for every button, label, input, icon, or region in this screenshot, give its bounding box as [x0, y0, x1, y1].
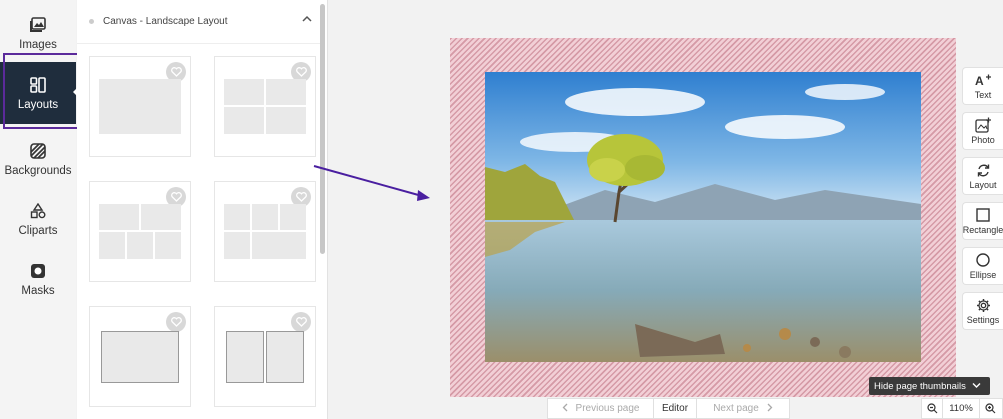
chevron-down-icon	[972, 381, 981, 391]
layout-refresh-icon	[976, 162, 991, 178]
toolbar-photo-label: Photo	[971, 135, 995, 145]
change-layout-button[interactable]: Layout	[962, 157, 1003, 195]
zoom-control: 110%	[921, 398, 1003, 419]
add-text-button[interactable]: A Text	[962, 67, 1003, 105]
toolbar-ellipse-label: Ellipse	[969, 270, 997, 280]
svg-text:A: A	[975, 74, 984, 87]
settings-button[interactable]: Settings	[962, 292, 1003, 330]
layout-tile-single[interactable]	[89, 56, 191, 157]
gear-icon	[976, 297, 991, 313]
layout-cell	[141, 204, 181, 230]
chevron-left-icon	[562, 403, 568, 415]
nav-backgrounds[interactable]: Backgrounds	[0, 130, 76, 188]
next-page-label: Next page	[713, 403, 759, 414]
page-navigation: Previous page Editor Next page	[547, 398, 790, 419]
layout-cell	[224, 204, 250, 230]
layouts-panel: Canvas - Landscape Layout	[77, 0, 328, 419]
chevron-up-icon[interactable]	[302, 14, 312, 26]
layout-cell	[224, 107, 264, 134]
masks-icon	[30, 261, 46, 281]
layout-tile-five-grid[interactable]	[214, 56, 316, 157]
editor-tab[interactable]: Editor	[654, 399, 697, 418]
photo-add-icon	[975, 117, 991, 133]
canvas-page[interactable]	[450, 38, 956, 397]
previous-page-label: Previous page	[575, 403, 640, 414]
add-photo-button[interactable]: Photo	[962, 112, 1003, 150]
layout-cell	[280, 204, 306, 230]
layout-cell	[266, 107, 306, 134]
toolbar-settings-label: Settings	[966, 315, 1000, 325]
toolbar-text-label: Text	[974, 90, 992, 100]
section-dot-icon	[89, 19, 94, 24]
layout-cell	[252, 232, 306, 259]
layout-cell	[226, 331, 264, 383]
layout-cell	[252, 204, 278, 230]
panel-scrollbar[interactable]	[320, 4, 325, 254]
layout-cell	[224, 232, 250, 259]
annotation-highlight-box	[3, 53, 81, 129]
nav-images-label: Images	[19, 39, 57, 51]
hide-thumbnails-label: Hide page thumbnails	[874, 380, 966, 392]
layout-cell	[99, 204, 139, 230]
layout-cell	[266, 331, 304, 383]
text-add-icon: A	[975, 72, 991, 88]
add-ellipse-button[interactable]: Ellipse	[962, 247, 1003, 285]
toolbar-layout-label: Layout	[969, 180, 997, 190]
nav-cliparts[interactable]: Cliparts	[0, 190, 76, 248]
layout-cell	[266, 79, 306, 105]
previous-page-button[interactable]: Previous page	[548, 399, 654, 418]
layout-cell	[99, 79, 181, 134]
ellipse-icon	[976, 252, 990, 268]
layout-cell	[155, 232, 181, 259]
zoom-in-button[interactable]	[978, 399, 1002, 418]
layout-cell	[99, 232, 125, 259]
layout-tile-framed-single[interactable]	[89, 306, 191, 407]
rectangle-icon	[976, 207, 990, 223]
hide-page-thumbnails-button[interactable]: Hide page thumbnails	[869, 377, 990, 395]
lake-tree-photo[interactable]	[485, 72, 921, 362]
toolbar-rectangle-label: Rectangle	[962, 225, 1003, 235]
backgrounds-icon	[30, 141, 46, 161]
favorite-heart-icon[interactable]	[166, 312, 186, 332]
nav-backgrounds-label: Backgrounds	[4, 165, 72, 177]
panel-section-title: Canvas - Landscape Layout	[103, 16, 228, 27]
layout-tile-mixed-a[interactable]	[89, 181, 191, 282]
favorite-heart-icon[interactable]	[291, 312, 311, 332]
zoom-out-button[interactable]	[922, 399, 944, 418]
zoom-level: 110%	[949, 403, 973, 414]
editor-label: Editor	[661, 403, 689, 414]
panel-section-header[interactable]: Canvas - Landscape Layout	[77, 0, 320, 44]
chevron-right-icon	[767, 403, 773, 415]
layout-cell	[101, 331, 179, 383]
cliparts-icon	[30, 201, 46, 221]
nav-cliparts-label: Cliparts	[18, 225, 58, 237]
layout-tile-framed-double[interactable]	[214, 306, 316, 407]
nav-masks[interactable]: Masks	[0, 250, 76, 308]
nav-masks-label: Masks	[21, 285, 55, 297]
add-rectangle-button[interactable]: Rectangle	[962, 202, 1003, 240]
next-page-button[interactable]: Next page	[697, 399, 789, 418]
images-icon	[29, 15, 47, 35]
layout-tile-mixed-b[interactable]	[214, 181, 316, 282]
layout-cell	[224, 79, 264, 105]
layout-cell	[127, 232, 153, 259]
